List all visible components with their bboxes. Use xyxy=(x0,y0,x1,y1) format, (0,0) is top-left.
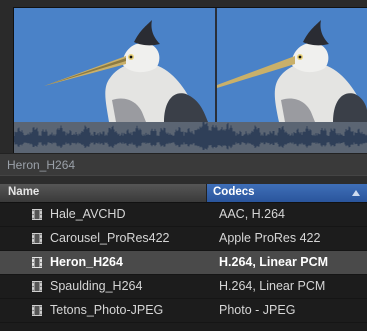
film-icon xyxy=(32,209,42,220)
clip-title: Heron_H264 xyxy=(7,158,76,172)
film-icon xyxy=(32,233,42,244)
clip-codecs: AAC, H.264 xyxy=(219,207,286,221)
clip-row-tetons[interactable]: Tetons_Photo-JPEG Photo - JPEG xyxy=(0,299,367,323)
clip-name-bar: Heron_H264 xyxy=(0,153,367,176)
clip-name: Spaulding_H264 xyxy=(50,279,143,293)
clip-name: Hale_AVCHD xyxy=(50,207,126,221)
clip-preview-area: Heron_H264 xyxy=(0,0,367,182)
list-header: Name Codecs xyxy=(0,184,367,203)
column-header-codecs-label: Codecs xyxy=(213,186,255,198)
clip-codecs: Photo - JPEG xyxy=(219,303,296,317)
clip-list: Hale_AVCHD AAC, H.264 Carousel_ProRes422… xyxy=(0,203,367,323)
column-header-name-label: Name xyxy=(8,186,40,198)
clip-filmstrip[interactable] xyxy=(13,7,367,155)
film-icon xyxy=(32,305,42,316)
video-thumbnail-frame xyxy=(14,8,215,122)
film-icon xyxy=(32,281,42,292)
clip-name: Heron_H264 xyxy=(50,255,123,269)
clip-row-carousel[interactable]: Carousel_ProRes422 Apple ProRes 422 xyxy=(0,227,367,251)
column-header-codecs[interactable]: Codecs xyxy=(207,184,367,202)
column-header-name[interactable]: Name xyxy=(0,184,207,202)
clip-codecs: Apple ProRes 422 xyxy=(219,231,321,245)
clip-row-spaulding[interactable]: Spaulding_H264 H.264, Linear PCM xyxy=(0,275,367,299)
audio-waveform xyxy=(14,121,367,154)
sort-ascending-icon xyxy=(352,190,360,196)
clip-row-heron[interactable]: Heron_H264 H.264, Linear PCM xyxy=(0,251,367,275)
film-icon xyxy=(32,257,42,268)
clip-name: Tetons_Photo-JPEG xyxy=(50,303,164,317)
video-thumbnail-frame xyxy=(217,8,367,122)
clip-row-hale[interactable]: Hale_AVCHD AAC, H.264 xyxy=(0,203,367,227)
heron-thumbnail-image xyxy=(14,8,215,122)
heron-thumbnail-image xyxy=(217,8,367,122)
waveform-trace xyxy=(14,121,367,151)
clip-codecs: H.264, Linear PCM xyxy=(219,255,329,269)
clip-codecs: H.264, Linear PCM xyxy=(219,279,326,293)
clip-name: Carousel_ProRes422 xyxy=(50,231,170,245)
